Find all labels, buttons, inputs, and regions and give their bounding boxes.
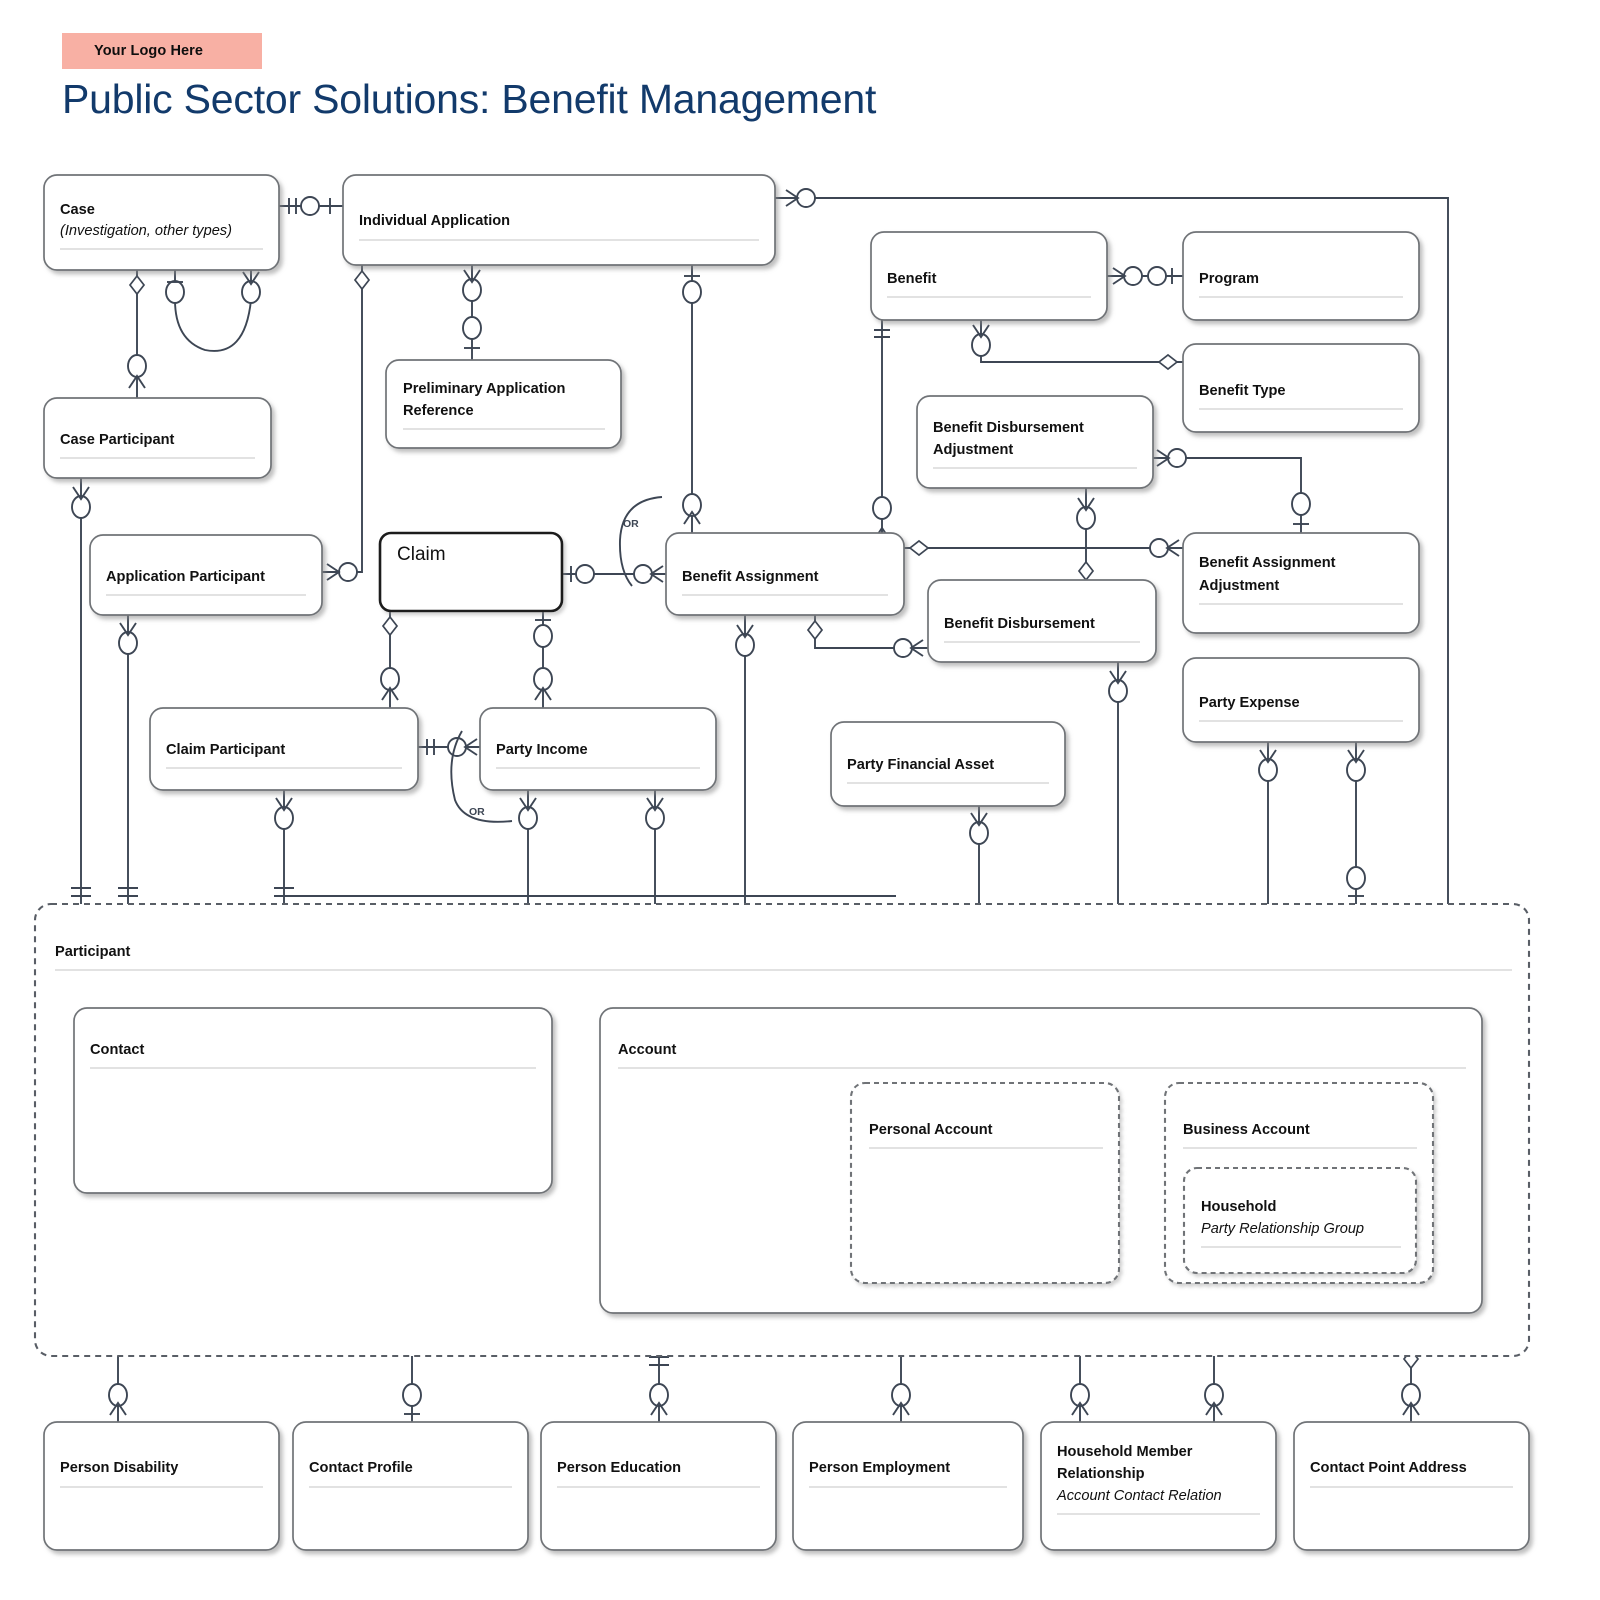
entity-program-label: Program [1199,271,1259,287]
entity-household[interactable]: Household Party Relationship Group [1182,1166,1418,1275]
entity-benefit[interactable]: Benefit [870,231,1108,321]
entity-benefit-assignment[interactable]: Benefit Assignment [665,532,905,616]
entity-household-label: Household [1201,1199,1276,1215]
entity-party-financial-asset[interactable]: Party Financial Asset [830,721,1066,807]
entity-person-education[interactable]: Person Education [540,1421,777,1551]
entity-contact-profile-label: Contact Profile [309,1460,413,1476]
entity-person-disability-label: Person Disability [60,1460,179,1476]
entity-household-member-relationship-label-1: Household Member [1057,1444,1193,1460]
entity-benefit-assignment-adjustment-label-2: Adjustment [1199,578,1279,594]
entity-benefit-assignment-adjustment[interactable]: Benefit Assignment Adjustment [1182,532,1420,634]
entity-claim[interactable]: Claim [378,531,564,613]
entity-person-disability[interactable]: Person Disability [43,1421,280,1551]
entity-preliminary-application-reference-label-1: Preliminary Application [403,381,566,397]
group-participant-label: Participant [55,944,131,960]
entity-individual-application-label: Individual Application [359,213,510,229]
or-label-benefit-assignment: OR [623,518,639,530]
entity-individual-application[interactable]: Individual Application [342,174,776,266]
entity-benefit-label: Benefit [887,271,937,287]
diagram-canvas: Participant Case (Investigation, other t… [33,174,1531,1551]
entity-account-label: Account [618,1042,677,1058]
entity-business-account-label: Business Account [1183,1122,1310,1138]
entity-benefit-type-label: Benefit Type [1199,383,1286,399]
entity-case[interactable]: Case (Investigation, other types) [43,174,280,271]
entity-contact-point-address[interactable]: Contact Point Address [1293,1421,1530,1551]
entity-application-participant-label: Application Participant [106,569,265,585]
entity-benefit-assignment-adjustment-label-1: Benefit Assignment [1199,555,1336,571]
entity-benefit-disbursement-adjustment-label-2: Adjustment [933,442,1013,458]
entity-household-member-relationship[interactable]: Household Member Relationship Account Co… [1040,1421,1277,1551]
entity-party-expense-label: Party Expense [1199,695,1300,711]
entity-claim-participant-label: Claim Participant [166,742,285,758]
entity-household-member-relationship-subtitle: Account Contact Relation [1056,1488,1222,1504]
entity-claim-label: Claim [397,544,446,565]
entity-benefit-disbursement-adjustment-label-1: Benefit Disbursement [933,420,1084,436]
entity-contact-point-address-label: Contact Point Address [1310,1460,1467,1476]
entity-party-financial-asset-label: Party Financial Asset [847,757,994,773]
entity-contact[interactable]: Contact [73,1007,553,1194]
entity-person-employment-label: Person Employment [809,1460,950,1476]
entity-claim-participant[interactable]: Claim Participant [149,707,419,791]
entity-benefit-type[interactable]: Benefit Type [1182,343,1420,433]
entity-case-participant[interactable]: Case Participant [43,397,272,479]
or-label-party-income: OR [469,806,485,818]
entity-household-subtitle: Party Relationship Group [1201,1221,1364,1237]
entity-program[interactable]: Program [1182,231,1420,321]
entity-party-expense[interactable]: Party Expense [1182,657,1420,743]
entity-case-subtitle: (Investigation, other types) [60,223,232,239]
entity-contact-profile[interactable]: Contact Profile [292,1421,529,1551]
entity-contact-label: Contact [90,1042,144,1058]
entity-preliminary-application-reference-label-2: Reference [403,403,474,419]
entity-benefit-disbursement-label: Benefit Disbursement [944,616,1095,632]
entity-person-employment[interactable]: Person Employment [792,1421,1024,1551]
entity-case-label: Case [60,202,95,218]
entity-party-income-label: Party Income [496,742,588,758]
entity-application-participant[interactable]: Application Participant [89,534,323,616]
entity-preliminary-application-reference[interactable]: Preliminary Application Reference [385,359,622,449]
entity-benefit-disbursement-adjustment[interactable]: Benefit Disbursement Adjustment [916,395,1154,489]
er-diagram-page: Your Logo Here Public Sector Solutions: … [0,0,1600,1600]
entity-person-education-label: Person Education [557,1460,681,1476]
entity-household-member-relationship-label-2: Relationship [1057,1466,1145,1482]
entity-benefit-assignment-label: Benefit Assignment [682,569,819,585]
entity-case-participant-label: Case Participant [60,432,175,448]
entity-party-income[interactable]: Party Income [479,707,717,791]
entity-personal-account-label: Personal Account [869,1122,993,1138]
entity-benefit-disbursement[interactable]: Benefit Disbursement [927,579,1157,663]
entity-personal-account[interactable]: Personal Account [849,1081,1121,1285]
